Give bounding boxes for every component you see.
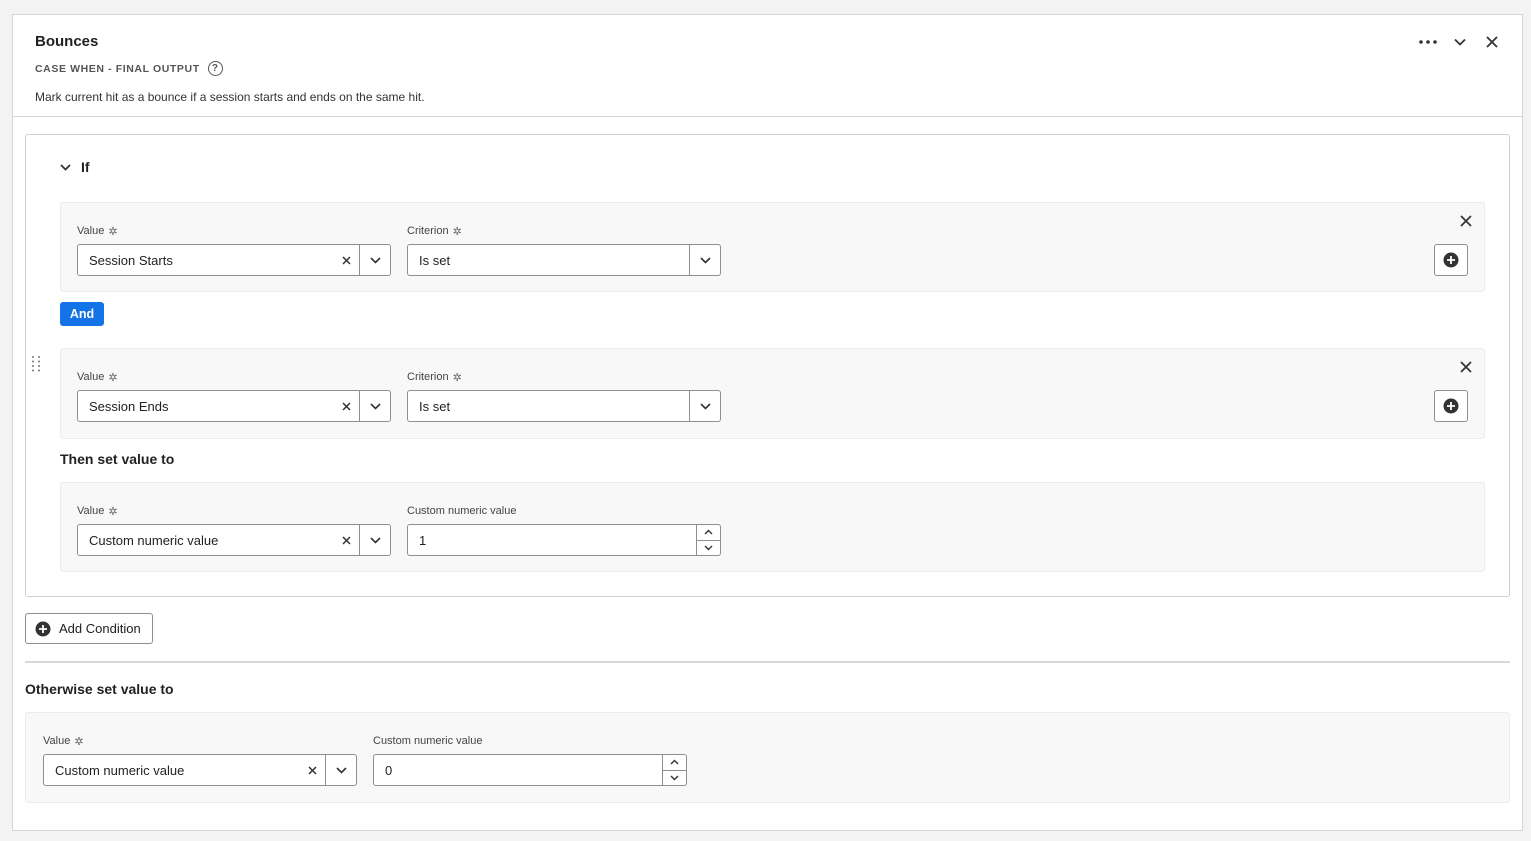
condition-card-1: Value ✲ Session Starts Criterion ✲ Is set: [60, 202, 1485, 292]
criterion-selected: Is set: [419, 398, 451, 414]
required-icon: ✲: [452, 371, 462, 384]
if-block: If Value ✲ Session Starts Criterion ✲ Is s…: [25, 134, 1510, 597]
panel-header: Bounces CASE WHEN - FINAL OUTPUT ? Mark …: [13, 15, 1522, 117]
numeric-value: 1: [419, 532, 427, 548]
value-selected: Custom numeric value: [89, 532, 219, 548]
required-icon: ✲: [108, 505, 118, 518]
divider: [25, 661, 1510, 663]
then-value-combobox[interactable]: Custom numeric value: [77, 524, 391, 556]
clear-icon[interactable]: [333, 391, 359, 421]
panel-description: Mark current hit as a bounce if a sessio…: [35, 90, 425, 104]
otherwise-value-field: Value ✲ Custom numeric value: [43, 733, 357, 786]
if-label: If: [81, 159, 90, 175]
value-combobox-2[interactable]: Session Ends: [77, 390, 391, 422]
dropdown-chevron-icon[interactable]: [359, 245, 390, 275]
add-rule-button[interactable]: [1434, 244, 1468, 276]
add-rule-button[interactable]: [1434, 390, 1468, 422]
otherwise-card: Value ✲ Custom numeric value Custom numer…: [25, 712, 1510, 803]
criterion-field-1: Criterion ✲ Is set: [407, 223, 721, 276]
value-label: Value: [77, 371, 105, 383]
clear-icon[interactable]: [333, 525, 359, 555]
add-condition-label: Add Condition: [59, 621, 141, 636]
value-selected: Session Starts: [89, 252, 173, 268]
panel-title: Bounces: [35, 33, 99, 50]
close-icon[interactable]: [1476, 29, 1508, 55]
value-label: Value: [77, 225, 105, 237]
plus-circle-icon: [1443, 252, 1459, 268]
value-field-2: Value ✲ Session Ends: [77, 369, 391, 422]
value-label: Value: [43, 735, 71, 747]
rule-panel: Bounces CASE WHEN - FINAL OUTPUT ? Mark …: [12, 14, 1523, 831]
drag-handle-icon[interactable]: [30, 355, 42, 373]
header-actions: [1412, 29, 1508, 55]
then-value-field: Value ✲ Custom numeric value: [77, 503, 391, 556]
decrement-icon[interactable]: [663, 771, 686, 786]
subtitle-text: CASE WHEN - FINAL OUTPUT: [35, 62, 200, 75]
otherwise-custom-field: Custom numeric value 0: [373, 733, 687, 786]
help-icon[interactable]: ?: [207, 61, 223, 76]
required-icon: ✲: [74, 735, 84, 748]
dropdown-chevron-icon[interactable]: [325, 755, 356, 785]
custom-value-label: Custom numeric value: [373, 735, 483, 747]
otherwise-title: Otherwise set value to: [25, 681, 174, 697]
clear-icon[interactable]: [299, 755, 325, 785]
plus-circle-icon: [35, 621, 51, 636]
add-condition-button[interactable]: Add Condition: [25, 613, 153, 644]
dropdown-chevron-icon[interactable]: [359, 391, 390, 421]
required-icon: ✲: [108, 225, 118, 238]
otherwise-value-combobox[interactable]: Custom numeric value: [43, 754, 357, 786]
condition-card-2: Value ✲ Session Ends Criterion ✲ Is set: [60, 348, 1485, 439]
chevron-down-icon[interactable]: [60, 163, 71, 171]
and-operator-button[interactable]: And: [60, 302, 104, 326]
collapse-chevron-icon[interactable]: [1444, 29, 1476, 55]
criterion-label: Criterion: [407, 225, 449, 237]
remove-condition-icon[interactable]: [1456, 357, 1476, 377]
value-label: Value: [77, 505, 105, 517]
criterion-picker-1[interactable]: Is set: [407, 244, 721, 276]
otherwise-numeric-input[interactable]: 0: [373, 754, 687, 786]
decrement-icon[interactable]: [697, 541, 720, 556]
increment-icon[interactable]: [663, 755, 686, 771]
numeric-value: 0: [385, 762, 393, 778]
custom-value-label: Custom numeric value: [407, 505, 517, 517]
value-selected: Session Ends: [89, 398, 169, 414]
then-title: Then set value to: [60, 451, 175, 467]
then-custom-field: Custom numeric value 1: [407, 503, 721, 556]
required-icon: ✲: [452, 225, 462, 238]
value-combobox-1[interactable]: Session Starts: [77, 244, 391, 276]
dropdown-chevron-icon[interactable]: [689, 245, 720, 275]
increment-icon[interactable]: [697, 525, 720, 541]
more-options-icon[interactable]: [1412, 29, 1444, 55]
panel-subtitle: CASE WHEN - FINAL OUTPUT ?: [35, 61, 223, 76]
criterion-selected: Is set: [419, 252, 451, 268]
then-card: Value ✲ Custom numeric value Custom numer…: [60, 482, 1485, 572]
dropdown-chevron-icon[interactable]: [359, 525, 390, 555]
criterion-field-2: Criterion ✲ Is set: [407, 369, 721, 422]
dropdown-chevron-icon[interactable]: [689, 391, 720, 421]
value-field-1: Value ✲ Session Starts: [77, 223, 391, 276]
criterion-picker-2[interactable]: Is set: [407, 390, 721, 422]
plus-circle-icon: [1443, 398, 1459, 414]
remove-condition-icon[interactable]: [1456, 211, 1476, 231]
clear-icon[interactable]: [333, 245, 359, 275]
required-icon: ✲: [108, 371, 118, 384]
value-selected: Custom numeric value: [55, 762, 185, 778]
criterion-label: Criterion: [407, 371, 449, 383]
if-header[interactable]: If: [60, 159, 90, 175]
then-numeric-input[interactable]: 1: [407, 524, 721, 556]
